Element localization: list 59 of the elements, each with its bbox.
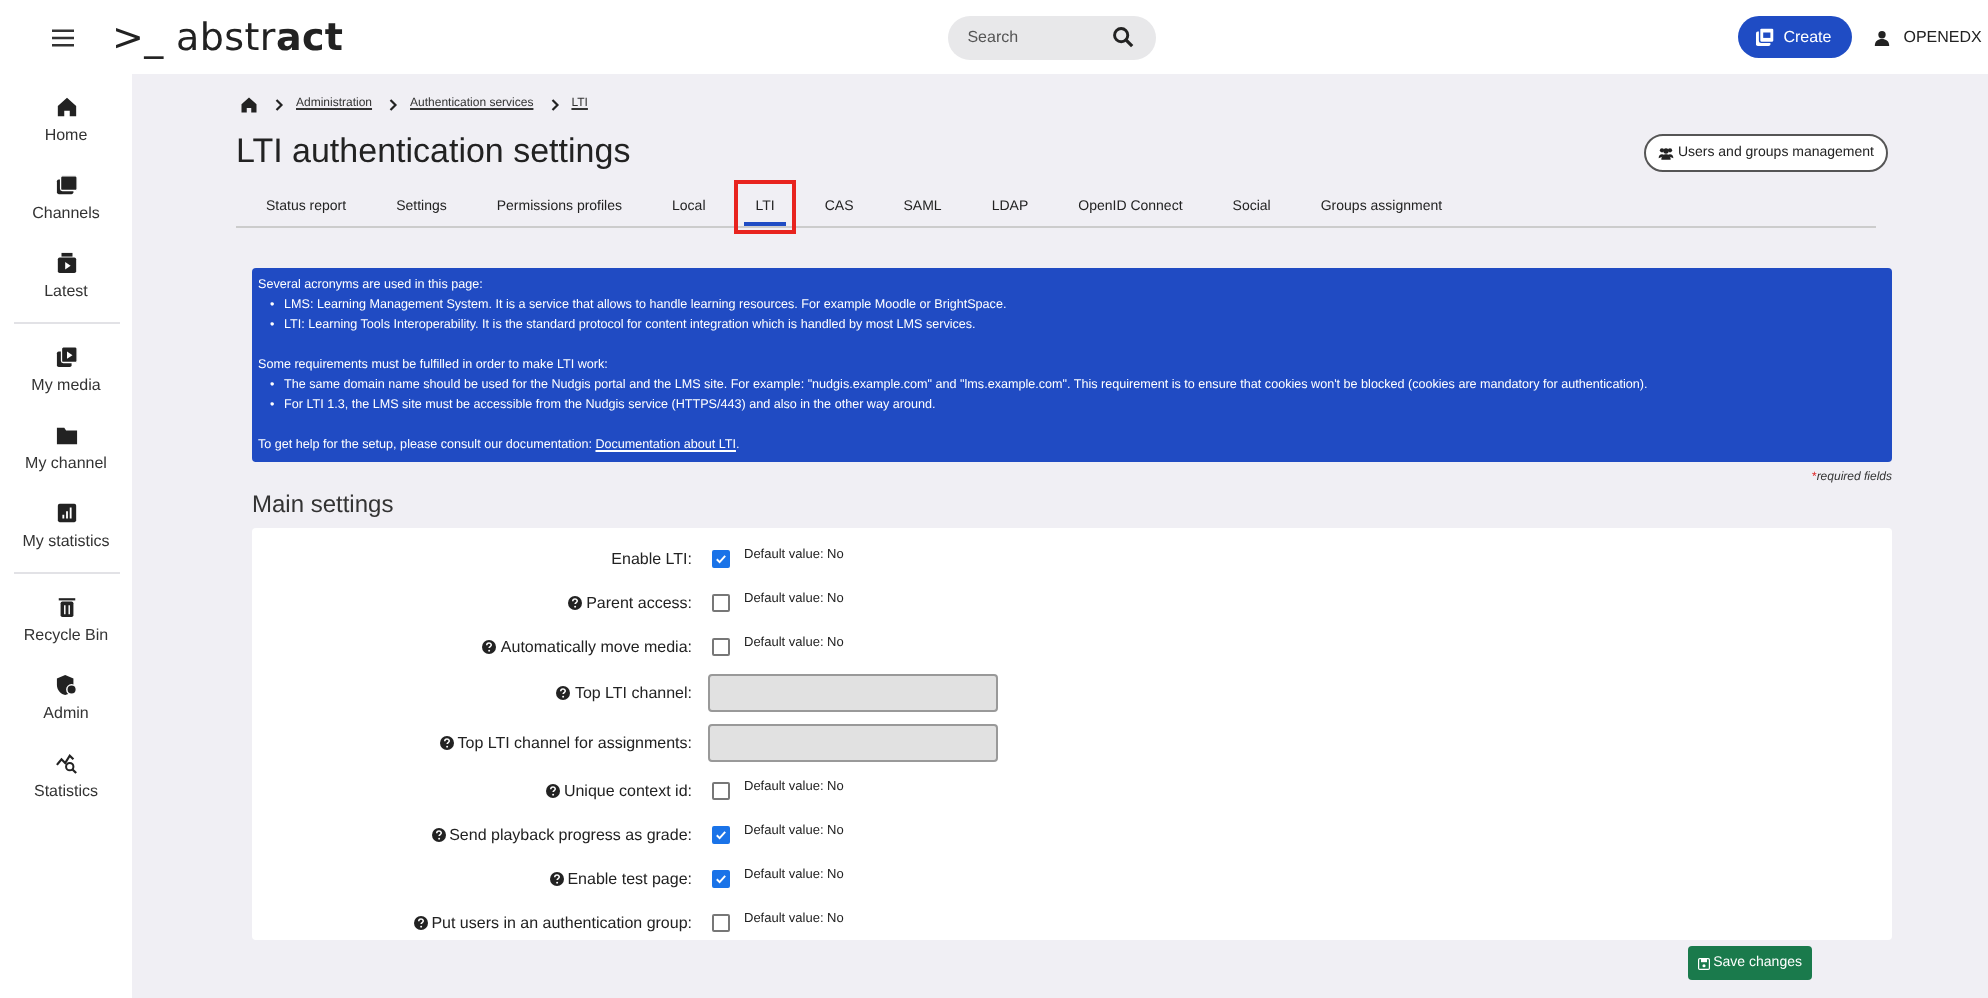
text-field[interactable] (708, 724, 998, 762)
help-icon[interactable] (439, 736, 454, 750)
sidebar-item[interactable]: Statistics (0, 736, 132, 814)
stats-icon (55, 501, 77, 523)
sidebar-item[interactable]: Recycle Bin (0, 580, 132, 658)
statistics-icon (55, 751, 77, 773)
help-icon[interactable] (545, 783, 560, 797)
help-icon[interactable] (549, 871, 564, 885)
page-title: LTI authentication settings (236, 132, 631, 172)
sidebar-item[interactable]: Home (0, 80, 132, 158)
home-icon[interactable] (240, 95, 258, 113)
checkbox[interactable] (712, 913, 730, 931)
field-label: Unique context id: (563, 781, 692, 799)
help-icon[interactable] (482, 639, 497, 653)
checkbox[interactable] (712, 825, 730, 843)
save-icon (1697, 957, 1710, 969)
media-icon (55, 345, 77, 367)
text-field[interactable] (708, 674, 998, 712)
sidebar-item[interactable]: Admin (0, 658, 132, 736)
sidebar-item[interactable]: My statistics (0, 486, 132, 564)
latest-icon (55, 251, 77, 273)
users-icon (1657, 145, 1674, 159)
logo: >_ abstract (112, 15, 344, 59)
sidebar-item[interactable]: Channels (0, 158, 132, 236)
menu-icon[interactable] (52, 27, 74, 47)
channels-icon (55, 173, 77, 195)
sidebar-item[interactable]: Latest (0, 236, 132, 314)
help-icon[interactable] (556, 686, 571, 700)
field-label: Parent access: (586, 593, 692, 611)
chevron-icon (274, 97, 284, 111)
sidebar-item[interactable]: My channel (0, 408, 132, 486)
help-icon[interactable] (413, 915, 428, 929)
user-icon[interactable] (1873, 29, 1890, 45)
checkbox[interactable] (712, 549, 730, 567)
help-icon[interactable] (431, 827, 446, 841)
field-label: Top LTI channel: (574, 684, 692, 702)
chevron-icon (549, 97, 560, 111)
help-icon[interactable] (568, 595, 583, 609)
field-label: Enable test page: (567, 869, 692, 887)
folder-icon (55, 423, 77, 445)
checkbox[interactable] (712, 637, 730, 655)
field-label: Top LTI channel for assignments: (457, 734, 692, 752)
field-label: Automatically move media: (500, 637, 692, 655)
sidebar-item[interactable]: My media (0, 330, 132, 408)
field-label: Put users in an authentication group: (431, 913, 692, 931)
field-label: Enable LTI: (611, 549, 692, 567)
checkbox[interactable] (712, 593, 730, 611)
checkbox[interactable] (712, 781, 730, 799)
field-label: Send playback progress as grade: (449, 825, 692, 843)
home-icon (55, 95, 77, 117)
chevron-icon (388, 97, 399, 111)
bin-icon (55, 595, 77, 617)
section-title: Main settings (252, 490, 396, 518)
user-name[interactable]: OPENEDX (1903, 28, 1982, 46)
media-icon (1755, 28, 1774, 46)
admin-icon (55, 673, 77, 695)
create-button[interactable]: Create (1737, 16, 1852, 58)
checkbox[interactable] (712, 869, 730, 887)
search-field[interactable]: Search (947, 15, 1156, 59)
